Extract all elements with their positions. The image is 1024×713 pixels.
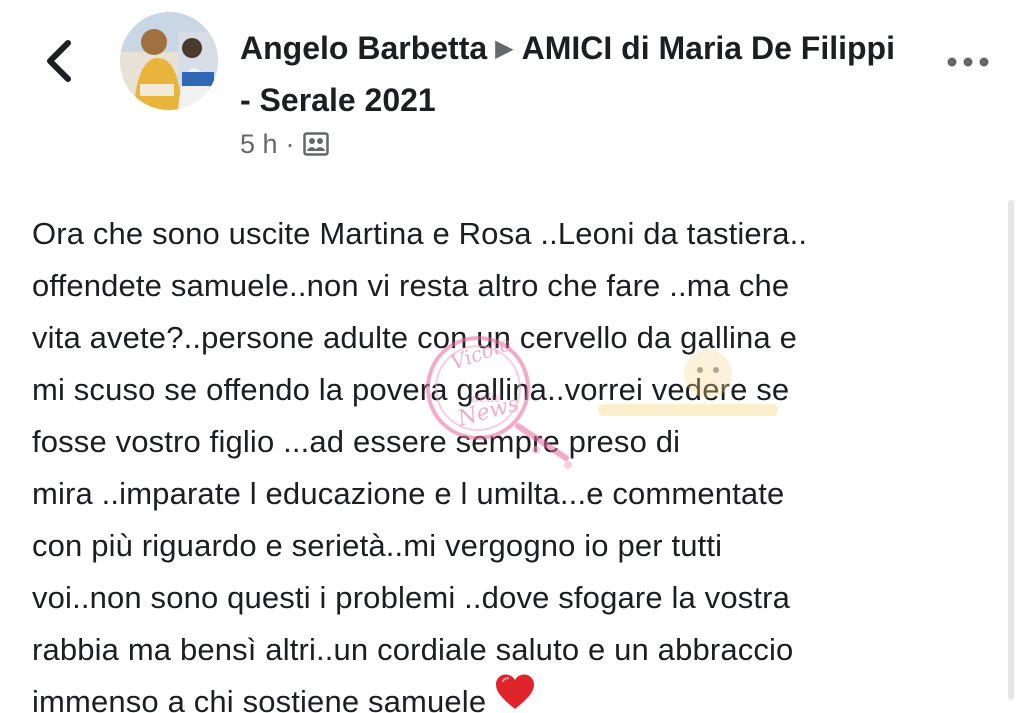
author-name[interactable]: Angelo Barbetta <box>240 30 487 66</box>
post-title: Angelo Barbetta ▶ AMICI di Maria De Filipp… <box>240 24 900 124</box>
avatar-image <box>120 12 218 110</box>
post-text-line: mi scuso se offendo la povera gallina..v… <box>32 372 790 407</box>
red-heart-icon <box>494 673 536 713</box>
post-text-line-last: immenso a chi sostiene samuele <box>32 673 992 713</box>
scrollbar[interactable] <box>1008 200 1014 700</box>
meta-separator: · <box>285 128 295 159</box>
chevron-left-icon <box>47 40 71 82</box>
more-horizontal-icon <box>947 57 989 67</box>
post-text-line: rabbia ma bensì altri..un cordiale salut… <box>32 632 794 667</box>
post-text-line: mira ..imparate l educazione e l umilta.… <box>32 476 785 511</box>
post-timestamp[interactable]: 5 h <box>240 129 278 160</box>
post-screenshot: Angelo Barbetta ▶ AMICI di Maria De Filipp… <box>0 0 1024 713</box>
post-text-line: offendete samuele..non vi resta altro ch… <box>32 268 790 303</box>
post-meta: 5 h · <box>240 124 329 164</box>
more-options-button[interactable] <box>940 44 996 80</box>
post-text-line: con più riguardo e serietà..mi vergogno … <box>32 528 723 563</box>
group-privacy-icon <box>302 132 329 156</box>
post-text-line: Ora che sono uscite Martina e Rosa ..Leo… <box>32 216 808 251</box>
post-text-line: immenso a chi sostiene samuele <box>32 684 487 713</box>
post-header: Angelo Barbetta ▶ AMICI di Maria De Filipp… <box>0 0 1024 180</box>
author-avatar[interactable] <box>120 12 218 110</box>
back-button[interactable] <box>36 36 82 86</box>
post-text-line: voi..non sono questi i problemi ..dove s… <box>32 580 790 615</box>
triangle-right-icon: ▶ <box>495 35 514 62</box>
post-text: Ora che sono uscite Martina e Rosa ..Leo… <box>32 208 992 713</box>
post-text-line: fosse vostro figlio ...ad essere sempre … <box>32 424 681 459</box>
post-text-line: vita avete?..persone adulte con un cerve… <box>32 320 797 355</box>
